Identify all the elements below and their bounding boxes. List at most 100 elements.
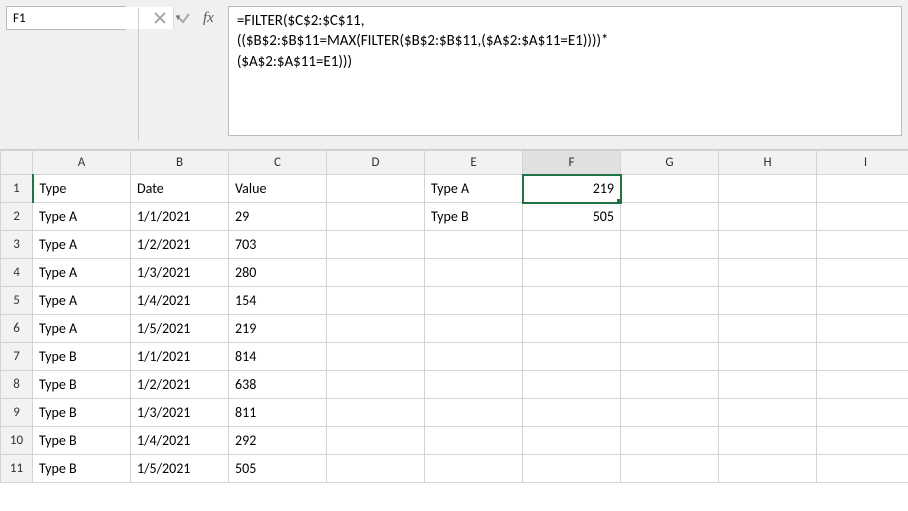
cell-G11[interactable] <box>621 455 719 483</box>
cell-A5[interactable]: Type A <box>33 287 131 315</box>
cell-A11[interactable]: Type B <box>33 455 131 483</box>
cell-B11[interactable]: 1/5/2021 <box>131 455 229 483</box>
cell-E4[interactable] <box>425 259 523 287</box>
row-header-5[interactable]: 5 <box>1 287 33 315</box>
spreadsheet-grid[interactable]: ABCDEFGHI1TypeDateValueType A2192Type A1… <box>0 150 908 483</box>
cell-C11[interactable]: 505 <box>229 455 327 483</box>
cell-E6[interactable] <box>425 315 523 343</box>
cell-I9[interactable] <box>817 399 908 427</box>
cell-F8[interactable] <box>523 371 621 399</box>
column-header-I[interactable]: I <box>817 151 908 175</box>
cell-I10[interactable] <box>817 427 908 455</box>
cell-I8[interactable] <box>817 371 908 399</box>
cell-I7[interactable] <box>817 343 908 371</box>
cell-F1[interactable]: 219 <box>523 175 621 203</box>
cell-I11[interactable] <box>817 455 908 483</box>
cell-C10[interactable]: 292 <box>229 427 327 455</box>
cell-F9[interactable] <box>523 399 621 427</box>
cell-D8[interactable] <box>327 371 425 399</box>
cell-B9[interactable]: 1/3/2021 <box>131 399 229 427</box>
cell-C1[interactable]: Value <box>229 175 327 203</box>
cell-E8[interactable] <box>425 371 523 399</box>
cell-G7[interactable] <box>621 343 719 371</box>
cell-A1[interactable]: Type <box>33 175 131 203</box>
cell-H7[interactable] <box>719 343 817 371</box>
cell-H2[interactable] <box>719 203 817 231</box>
column-header-B[interactable]: B <box>131 151 229 175</box>
column-header-G[interactable]: G <box>621 151 719 175</box>
cell-D5[interactable] <box>327 287 425 315</box>
cell-B5[interactable]: 1/4/2021 <box>131 287 229 315</box>
cell-E11[interactable] <box>425 455 523 483</box>
cell-H11[interactable] <box>719 455 817 483</box>
confirm-icon[interactable] <box>175 9 193 27</box>
cell-H3[interactable] <box>719 231 817 259</box>
cell-H1[interactable] <box>719 175 817 203</box>
row-header-6[interactable]: 6 <box>1 315 33 343</box>
cell-G4[interactable] <box>621 259 719 287</box>
cell-A9[interactable]: Type B <box>33 399 131 427</box>
cell-G8[interactable] <box>621 371 719 399</box>
cell-G6[interactable] <box>621 315 719 343</box>
column-header-H[interactable]: H <box>719 151 817 175</box>
select-all-corner[interactable] <box>1 151 33 175</box>
cell-F3[interactable] <box>523 231 621 259</box>
cell-H4[interactable] <box>719 259 817 287</box>
cell-C3[interactable]: 703 <box>229 231 327 259</box>
cell-F6[interactable] <box>523 315 621 343</box>
cell-C9[interactable]: 811 <box>229 399 327 427</box>
cell-F10[interactable] <box>523 427 621 455</box>
cell-D9[interactable] <box>327 399 425 427</box>
fx-icon[interactable]: fx <box>199 10 218 27</box>
cell-G9[interactable] <box>621 399 719 427</box>
cell-C6[interactable]: 219 <box>229 315 327 343</box>
cell-H9[interactable] <box>719 399 817 427</box>
cell-I5[interactable] <box>817 287 908 315</box>
cell-D11[interactable] <box>327 455 425 483</box>
name-box-input[interactable] <box>7 7 173 29</box>
cell-B1[interactable]: Date <box>131 175 229 203</box>
cell-A10[interactable]: Type B <box>33 427 131 455</box>
cell-E5[interactable] <box>425 287 523 315</box>
cell-I1[interactable] <box>817 175 908 203</box>
cell-B8[interactable]: 1/2/2021 <box>131 371 229 399</box>
cell-B2[interactable]: 1/1/2021 <box>131 203 229 231</box>
cell-F4[interactable] <box>523 259 621 287</box>
cell-D10[interactable] <box>327 427 425 455</box>
cell-A7[interactable]: Type B <box>33 343 131 371</box>
cell-F5[interactable] <box>523 287 621 315</box>
name-box-wrap[interactable]: ▼ <box>6 6 126 30</box>
row-header-1[interactable]: 1 <box>1 175 33 203</box>
cell-I2[interactable] <box>817 203 908 231</box>
row-header-2[interactable]: 2 <box>1 203 33 231</box>
cell-E7[interactable] <box>425 343 523 371</box>
column-header-A[interactable]: A <box>33 151 131 175</box>
cell-E2[interactable]: Type B <box>425 203 523 231</box>
cell-B7[interactable]: 1/1/2021 <box>131 343 229 371</box>
formula-input[interactable]: =FILTER($C$2:$C$11, (($B$2:$B$11=MAX(FIL… <box>228 6 902 136</box>
cell-D6[interactable] <box>327 315 425 343</box>
row-header-9[interactable]: 9 <box>1 399 33 427</box>
cell-I4[interactable] <box>817 259 908 287</box>
cell-C2[interactable]: 29 <box>229 203 327 231</box>
cell-A6[interactable]: Type A <box>33 315 131 343</box>
cell-H10[interactable] <box>719 427 817 455</box>
cell-F7[interactable] <box>523 343 621 371</box>
row-header-11[interactable]: 11 <box>1 455 33 483</box>
cell-B6[interactable]: 1/5/2021 <box>131 315 229 343</box>
cell-I3[interactable] <box>817 231 908 259</box>
cell-C8[interactable]: 638 <box>229 371 327 399</box>
row-header-10[interactable]: 10 <box>1 427 33 455</box>
cell-C5[interactable]: 154 <box>229 287 327 315</box>
cell-E3[interactable] <box>425 231 523 259</box>
cell-D1[interactable] <box>327 175 425 203</box>
cell-C7[interactable]: 814 <box>229 343 327 371</box>
cell-H6[interactable] <box>719 315 817 343</box>
cell-D4[interactable] <box>327 259 425 287</box>
cell-A3[interactable]: Type A <box>33 231 131 259</box>
cell-G10[interactable] <box>621 427 719 455</box>
cell-B4[interactable]: 1/3/2021 <box>131 259 229 287</box>
row-header-8[interactable]: 8 <box>1 371 33 399</box>
column-header-F[interactable]: F <box>523 151 621 175</box>
cell-C4[interactable]: 280 <box>229 259 327 287</box>
